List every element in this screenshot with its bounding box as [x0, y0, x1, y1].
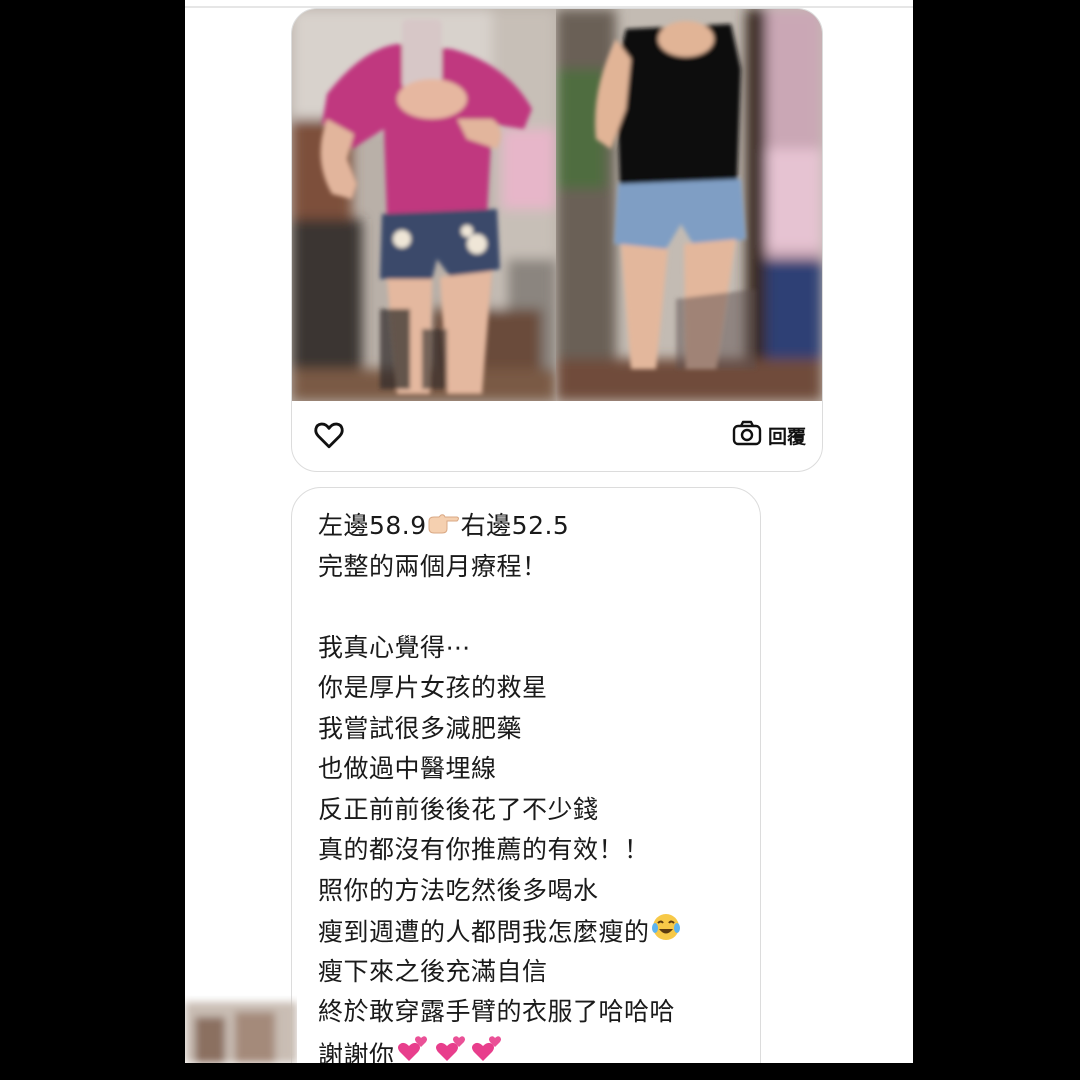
message-line: 左邊58.9 右邊52.5 — [318, 506, 682, 547]
message-line: 終於敢穿露手臂的衣服了哈哈哈 — [318, 997, 676, 1026]
message-line: 照你的方法吃然後多喝水 — [318, 875, 599, 905]
message-line: 謝謝你 — [318, 1033, 682, 1064]
tears-of-joy-emoji — [650, 911, 682, 956]
camera-icon — [732, 420, 762, 450]
pointing-right-emoji — [427, 507, 461, 548]
after-photo[interactable] — [556, 9, 822, 401]
photo-message-card[interactable]: 回覆 — [291, 8, 823, 472]
blurred-thumbnail — [185, 992, 297, 1063]
message-text: 左邊58.9 右邊52.5 完整的兩個月療程！ 我真心覺得⋯ 你是厚片女孩的救星 … — [318, 506, 682, 1063]
screenshot-frame: 回覆 左邊58.9 右邊52.5 完整的兩個月療程！ 我真心覺得⋯ 你是厚片女孩的… — [0, 0, 1080, 1080]
reply-label: 回覆 — [767, 425, 806, 448]
reply-button[interactable]: 回覆 — [732, 419, 806, 451]
before-photo[interactable] — [292, 9, 556, 401]
message-line: 真的都沒有你推薦的有效！！ — [318, 835, 650, 864]
message-line: 也做過中醫埋線 — [318, 754, 497, 783]
message-line: 我真心覺得⋯ — [318, 632, 472, 662]
message-line: 反正前前後後花了不少錢 — [318, 794, 599, 824]
message-line-blank — [318, 587, 682, 628]
after-photo-image — [556, 9, 822, 401]
before-photo-image — [292, 9, 556, 401]
message-line: 完整的兩個月療程！ — [318, 551, 548, 581]
message-line: 我嘗試很多減肥藥 — [318, 713, 523, 743]
message-line: 你是厚片女孩的救星 — [318, 673, 548, 702]
heart-icon[interactable] — [312, 417, 346, 451]
message-line: 瘦到週遭的人都問我怎麼瘦的 — [318, 911, 682, 952]
two-hearts-emoji — [395, 1033, 505, 1064]
message-line: 瘦下來之後充滿自信 — [318, 956, 548, 986]
photo-actions: 回覆 — [292, 401, 822, 471]
chat-screen: 回覆 左邊58.9 右邊52.5 完整的兩個月療程！ 我真心覺得⋯ 你是厚片女孩的… — [185, 0, 913, 1063]
photo-pair — [292, 9, 822, 401]
text-message-bubble[interactable]: 左邊58.9 右邊52.5 完整的兩個月療程！ 我真心覺得⋯ 你是厚片女孩的救星 … — [291, 487, 761, 1063]
